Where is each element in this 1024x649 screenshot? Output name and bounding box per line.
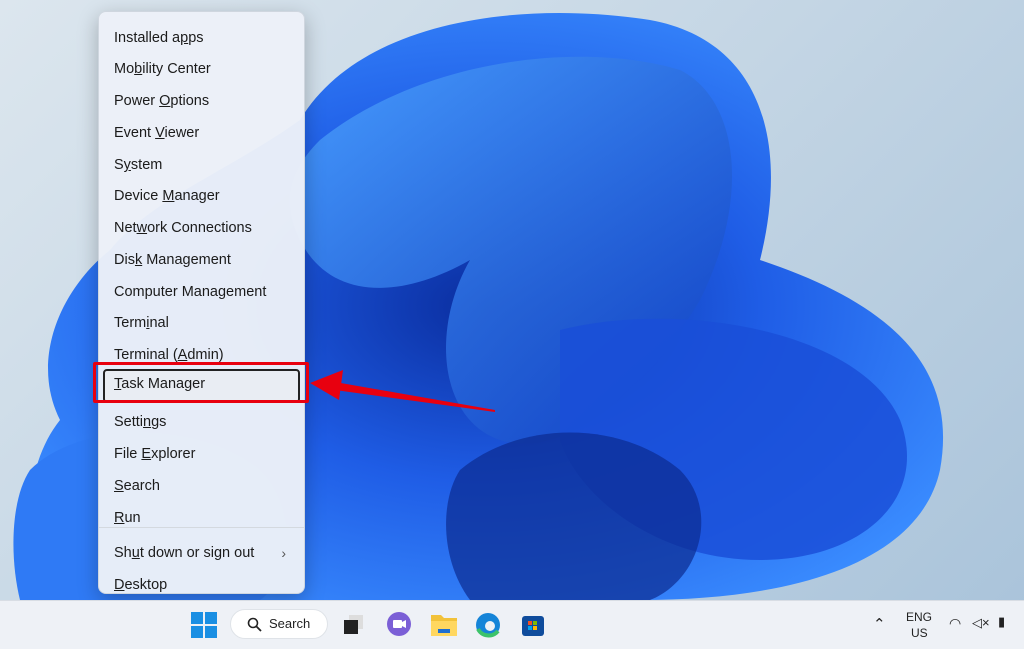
language-bottom[interactable]: US <box>911 626 928 640</box>
menu-item-label-post: t down or sign out <box>139 545 255 561</box>
menu-item-label-key: S <box>114 478 124 494</box>
menu-item-settings[interactable]: Settings <box>103 407 300 437</box>
search-icon <box>247 617 262 632</box>
menu-item-label-key: M <box>162 188 175 204</box>
menu-divider <box>99 527 304 528</box>
menu-item-label-pre: Term <box>114 315 147 331</box>
search-label: Search <box>269 616 311 631</box>
menu-item-label-key: A <box>177 347 188 363</box>
menu-item-label-post: ork Connections <box>147 220 252 236</box>
show-hidden-icons-chevron-icon[interactable]: ⌃ <box>873 615 886 633</box>
menu-item-mobility-center[interactable]: Mobility Center <box>103 54 300 84</box>
menu-item-label-post: xplorer <box>151 446 196 462</box>
taskbar: Search ⌃ ENG US ◠ ◁× ▮ <box>0 600 1024 649</box>
menu-item-label-key: R <box>114 510 125 526</box>
menu-item-label-pre: Power <box>114 93 160 109</box>
arrow-annotation <box>310 370 495 412</box>
menu-item-computer-management[interactable]: Computer Management <box>103 277 300 307</box>
file-explorer-icon[interactable] <box>428 609 460 641</box>
menu-item-label-pre: File <box>114 446 142 462</box>
menu-item-label-pre: Net <box>114 220 137 236</box>
menu-item-label-post: ps <box>188 30 204 46</box>
menu-item-file-explorer[interactable]: File Explorer <box>103 439 300 469</box>
menu-item-label-pre: S <box>114 157 124 173</box>
menu-item-terminal[interactable]: Terminal <box>103 308 300 338</box>
highlight-box <box>93 362 309 403</box>
store-icon[interactable] <box>517 609 549 641</box>
quick-link-menu: Installed apps Mobility Center Power Optio… <box>98 11 305 594</box>
menu-item-label-pre: Device <box>114 188 163 204</box>
menu-item-label-pre: Installed a <box>114 30 181 46</box>
menu-item-label-pre: Computer Mana <box>114 284 218 300</box>
menu-item-label-post: ement <box>226 284 267 300</box>
menu-item-label-key: D <box>114 577 125 593</box>
menu-item-label-post: anager <box>174 188 220 204</box>
menu-item-desktop[interactable]: Desktop <box>103 570 300 600</box>
menu-item-label-pre: Event <box>114 125 156 141</box>
menu-item-label-key: u <box>131 545 140 561</box>
menu-item-label-post: dmin) <box>187 347 224 363</box>
menu-item-power-options[interactable]: Power Options <box>103 86 300 116</box>
menu-item-event-viewer[interactable]: Event Viewer <box>103 118 300 148</box>
menu-item-label-post: Management <box>142 252 231 268</box>
menu-item-label-key: V <box>155 125 165 141</box>
menu-item-label-pre: Sh <box>114 545 132 561</box>
menu-item-installed-apps[interactable]: Installed apps <box>103 23 300 53</box>
menu-item-label-post: un <box>124 510 141 526</box>
menu-item-label-pre: Mo <box>114 61 135 77</box>
menu-item-label-key: n <box>143 414 152 430</box>
menu-item-label-key: p <box>180 30 189 46</box>
battery-charging-icon[interactable]: ▮ <box>998 614 1005 630</box>
menu-item-label-pre: Terminal ( <box>114 347 178 363</box>
menu-item-label-post: earch <box>123 478 160 494</box>
menu-item-disk-management[interactable]: Disk Management <box>103 245 300 275</box>
menu-item-label-key: E <box>141 446 152 462</box>
menu-item-shut-down-or-sign-out[interactable]: Shut down or sign out › <box>103 538 300 568</box>
menu-item-label-post: iewer <box>164 125 200 141</box>
menu-item-label-key: y <box>123 157 131 173</box>
menu-item-label-post: ility Center <box>142 61 211 77</box>
menu-item-system[interactable]: System <box>103 150 300 180</box>
menu-item-label-key: O <box>159 93 171 109</box>
menu-item-run[interactable]: Run <box>103 503 300 533</box>
start-icon[interactable] <box>188 609 220 641</box>
volume-muted-icon[interactable]: ◁× <box>972 615 990 631</box>
menu-item-label-post: stem <box>130 157 163 173</box>
language-top[interactable]: ENG <box>906 610 932 624</box>
task-view-icon[interactable] <box>339 609 371 641</box>
menu-item-label-post: nal <box>149 315 169 331</box>
menu-item-label-post: gs <box>151 414 167 430</box>
edge-icon[interactable] <box>472 609 504 641</box>
wifi-icon[interactable]: ◠ <box>949 615 961 632</box>
menu-item-label-key: g <box>217 284 227 300</box>
taskbar-search-button[interactable]: Search <box>230 609 328 639</box>
menu-item-label-key: w <box>136 220 148 236</box>
menu-item-search[interactable]: Search <box>103 471 300 501</box>
chevron-right-icon: › <box>281 545 286 561</box>
menu-item-label-post: esktop <box>124 577 168 593</box>
menu-item-label-pre: Dis <box>114 252 135 268</box>
teams-chat-icon[interactable] <box>383 609 415 641</box>
menu-item-network-connections[interactable]: Network Connections <box>103 213 300 243</box>
menu-item-device-manager[interactable]: Device Manager <box>103 181 300 211</box>
menu-item-label-pre: Setti <box>114 414 144 430</box>
menu-item-label-post: ptions <box>170 93 210 109</box>
